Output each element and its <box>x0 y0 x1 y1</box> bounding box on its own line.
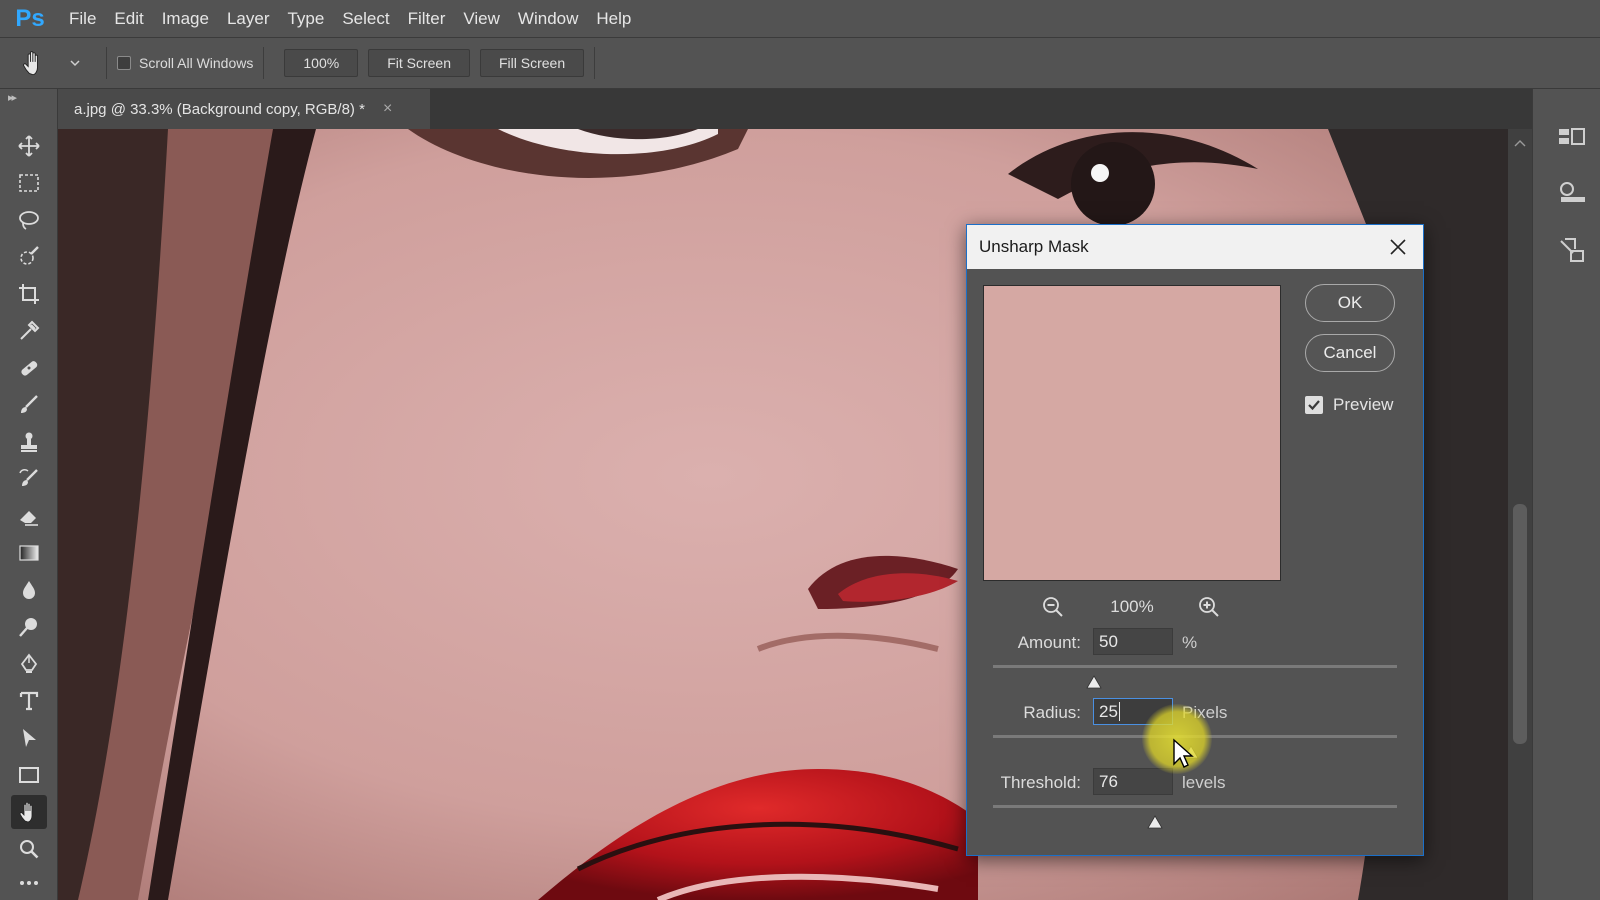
scroll-up-icon[interactable] <box>1514 139 1526 147</box>
menu-filter[interactable]: Filter <box>399 0 455 38</box>
menu-edit[interactable]: Edit <box>105 0 152 38</box>
options-bar: Scroll All Windows 100% Fit Screen Fill … <box>0 38 1600 89</box>
move-icon[interactable] <box>11 129 47 163</box>
threshold-slider-thumb[interactable] <box>1146 815 1163 829</box>
preview-checkbox[interactable]: Preview <box>1305 395 1393 415</box>
type-icon[interactable] <box>11 684 47 718</box>
crop-icon[interactable] <box>11 277 47 311</box>
radius-label: Radius: <box>1023 703 1081 722</box>
history-brush-icon[interactable] <box>11 462 47 496</box>
checkbox-box[interactable] <box>117 56 131 70</box>
preview-zoom-level: 100% <box>1110 597 1154 616</box>
tools-panel: ▸▸ <box>0 89 58 900</box>
close-icon[interactable] <box>1387 236 1409 258</box>
threshold-input[interactable]: 76 <box>1093 768 1173 795</box>
fit-screen-button[interactable]: Fit Screen <box>368 49 470 77</box>
scroll-all-windows-checkbox[interactable]: Scroll All Windows <box>117 55 253 71</box>
zoom-100-button[interactable]: 100% <box>284 49 359 77</box>
quick-select-icon[interactable] <box>11 240 47 274</box>
menu-file[interactable]: File <box>60 0 105 38</box>
scroll-all-windows-label: Scroll All Windows <box>139 55 254 71</box>
right-panel-dock <box>1532 89 1600 900</box>
menu-type[interactable]: Type <box>278 0 333 38</box>
zoom-icon[interactable] <box>11 832 47 866</box>
rectangle-icon[interactable] <box>11 758 47 792</box>
layers-panel-icon[interactable] <box>1557 123 1587 153</box>
filter-preview[interactable] <box>983 285 1281 581</box>
path-select-icon[interactable] <box>11 721 47 755</box>
ok-button[interactable]: OK <box>1305 284 1395 322</box>
menu-window[interactable]: Window <box>509 0 587 38</box>
blur-icon[interactable] <box>11 573 47 607</box>
amount-unit: % <box>1182 633 1198 652</box>
marquee-icon[interactable] <box>11 166 47 200</box>
healing-brush-icon[interactable] <box>11 351 47 385</box>
radius-value: 25 <box>1099 702 1118 721</box>
photoshop-logo: Ps <box>15 4 45 32</box>
menu-bar: Ps File Edit Image Layer Type Select Fil… <box>0 0 1600 38</box>
hand-icon[interactable] <box>11 795 47 829</box>
adjustments-panel-icon[interactable] <box>1557 177 1587 207</box>
separator <box>263 47 265 79</box>
more-icon[interactable] <box>11 866 47 900</box>
document-tab-title: a.jpg @ 33.3% (Background copy, RGB/8) * <box>74 100 365 118</box>
fill-screen-button[interactable]: Fill Screen <box>480 49 585 77</box>
amount-slider-thumb[interactable] <box>1086 675 1102 689</box>
menu-layer[interactable]: Layer <box>218 0 279 38</box>
stamp-icon[interactable] <box>11 425 47 459</box>
preview-label: Preview <box>1333 395 1394 414</box>
dialog-title: Unsharp Mask <box>979 237 1089 256</box>
brush-icon[interactable] <box>11 388 47 422</box>
mouse-pointer-icon <box>1173 738 1194 768</box>
vertical-scrollbar[interactable] <box>1508 129 1532 900</box>
cancel-button[interactable]: Cancel <box>1305 334 1395 372</box>
amount-slider[interactable] <box>993 665 1397 668</box>
check-icon[interactable] <box>1305 396 1323 414</box>
threshold-slider[interactable] <box>993 805 1397 808</box>
amount-label: Amount: <box>1017 633 1081 652</box>
zoom-in-icon[interactable] <box>1197 595 1221 619</box>
separator <box>594 47 596 79</box>
chevron-down-icon[interactable] <box>68 56 82 70</box>
collapse-panel-icon[interactable]: ▸▸ <box>8 91 17 104</box>
paths-panel-icon[interactable] <box>1557 235 1587 265</box>
separator <box>106 47 107 79</box>
dialog-titlebar[interactable]: Unsharp Mask <box>967 225 1423 269</box>
threshold-label: Threshold: <box>1000 773 1081 792</box>
eraser-icon[interactable] <box>11 499 47 533</box>
text-caret <box>1118 702 1120 721</box>
threshold-unit: levels <box>1182 773 1226 792</box>
menu-select[interactable]: Select <box>333 0 398 38</box>
document-tab-bar: a.jpg @ 33.3% (Background copy, RGB/8) *… <box>58 89 1534 129</box>
hand-tool-preset-icon[interactable] <box>20 43 68 83</box>
pen-icon[interactable] <box>11 647 47 681</box>
document-tab[interactable]: a.jpg @ 33.3% (Background copy, RGB/8) *… <box>58 89 430 129</box>
close-icon[interactable]: × <box>383 100 392 118</box>
lasso-icon[interactable] <box>11 203 47 237</box>
eyedropper-icon[interactable] <box>11 314 47 348</box>
zoom-out-icon[interactable] <box>1041 595 1065 619</box>
menu-image[interactable]: Image <box>153 0 218 38</box>
amount-input[interactable]: 50 <box>1093 628 1173 655</box>
dodge-icon[interactable] <box>11 610 47 644</box>
menu-help[interactable]: Help <box>587 0 640 38</box>
scrollbar-thumb[interactable] <box>1513 504 1527 744</box>
menu-view[interactable]: View <box>454 0 509 38</box>
gradient-icon[interactable] <box>11 536 47 570</box>
